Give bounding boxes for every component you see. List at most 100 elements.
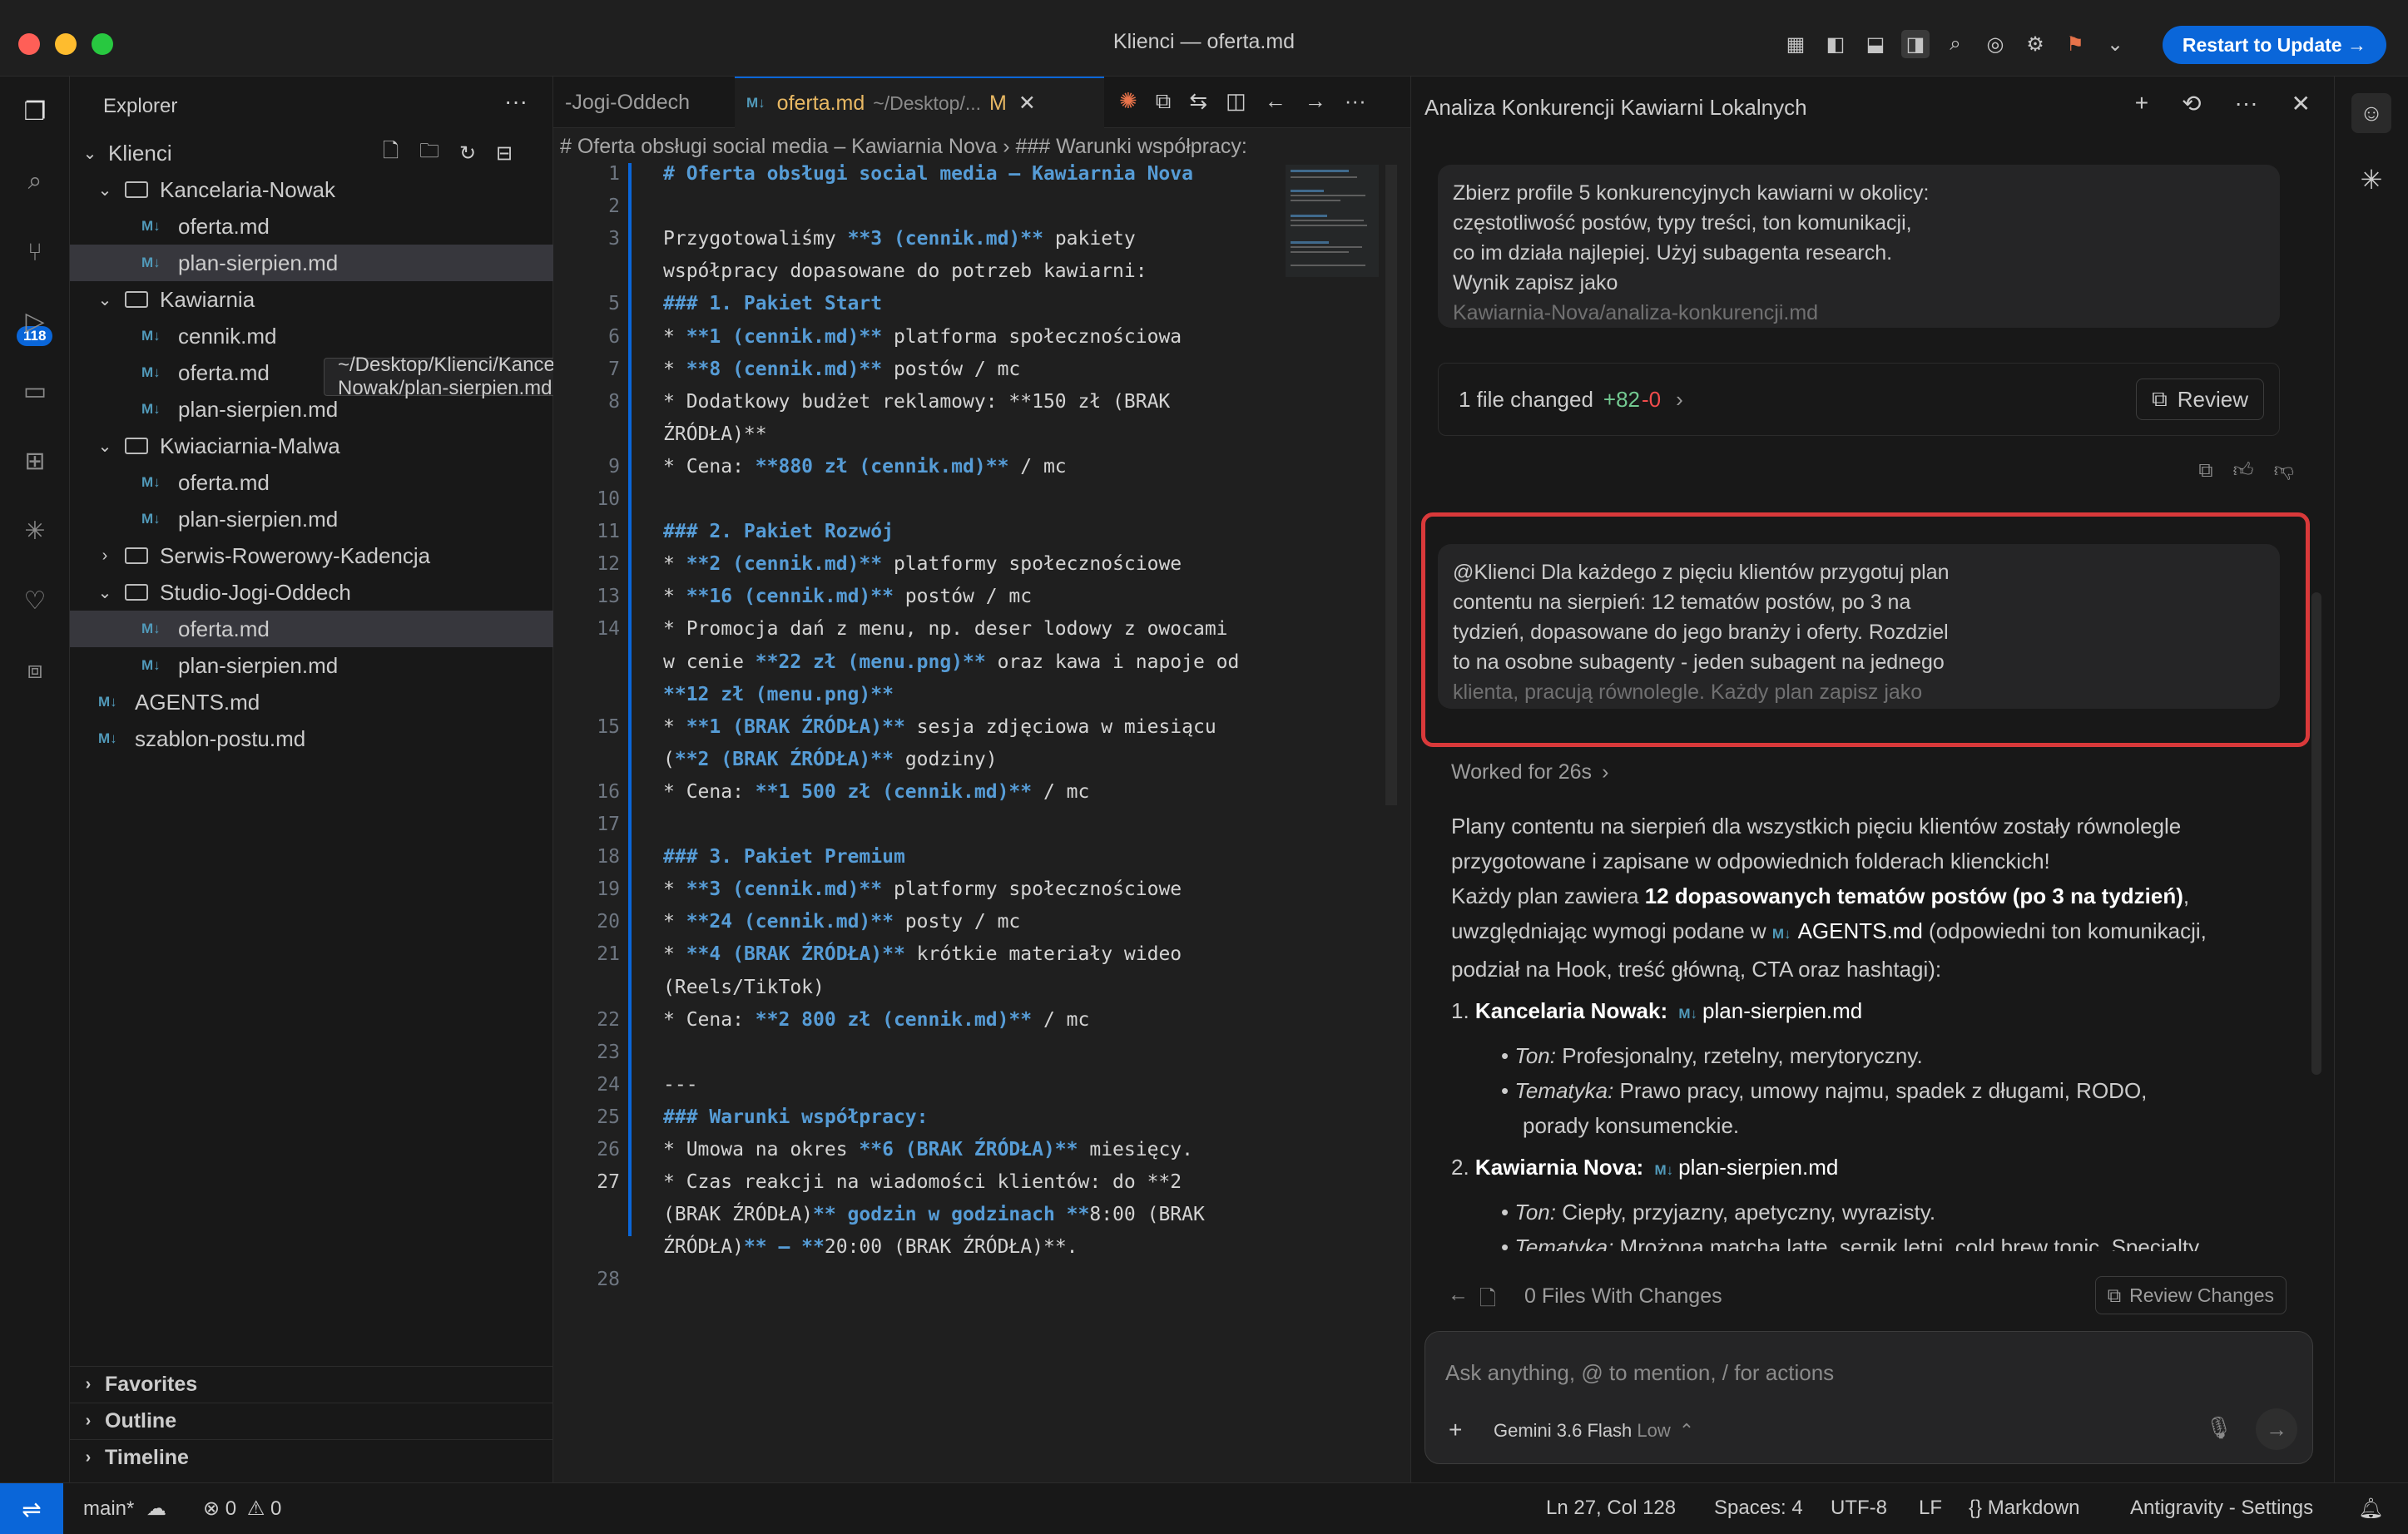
files-changed-summary[interactable]: 1 file changed +82 -0 › ⧉ Review xyxy=(1438,363,2280,436)
indentation[interactable]: Spaces: 4 xyxy=(1714,1497,1803,1520)
run-debug-icon[interactable]: ▷ xyxy=(17,303,53,339)
settings-gear-icon[interactable]: ⚙ xyxy=(2021,30,2049,58)
send-button[interactable]: → xyxy=(2256,1408,2297,1450)
breadcrumb[interactable]: # Oferta obsługi social media – Kawiarni… xyxy=(553,128,1410,165)
toggle-panel-icon[interactable]: ⬓ xyxy=(1861,30,1890,58)
copy-icon[interactable]: ⧉ xyxy=(2198,459,2212,482)
tree-file[interactable]: M↓ szablon-postu.md xyxy=(70,720,553,757)
open-preview-icon[interactable]: ⧉ xyxy=(1156,88,1172,115)
language-mode[interactable]: {} Markdown xyxy=(1969,1497,2079,1520)
remote-explorer-icon[interactable]: ▭ xyxy=(17,373,53,409)
end-of-line[interactable]: LF xyxy=(1919,1497,1942,1520)
close-panel-icon[interactable]: ✕ xyxy=(2292,90,2311,117)
history-icon[interactable]: ⟲ xyxy=(2182,90,2201,117)
split-editor-icon[interactable]: ◫ xyxy=(1226,88,1246,115)
add-context-icon[interactable]: + xyxy=(1449,1417,1462,1443)
refresh-icon[interactable]: ↻ xyxy=(459,141,476,166)
more-actions-icon[interactable]: ··· xyxy=(504,88,528,115)
agent-asterisk-icon[interactable]: ✳ xyxy=(17,512,53,549)
section-outline[interactable]: › Outline xyxy=(70,1403,553,1439)
file-link[interactable]: AGENTS.md xyxy=(1798,918,1923,943)
agent-asterisk-icon[interactable]: ✺ xyxy=(1119,88,1137,115)
restart-to-update-button[interactable]: Restart to Update → xyxy=(2162,26,2386,64)
more-actions-icon[interactable]: ··· xyxy=(2235,90,2258,117)
tab-path: ~/Desktop/... xyxy=(873,92,982,114)
tree-folder[interactable]: › Serwis-Rowerowy-Kadencja xyxy=(70,537,553,574)
new-file-icon[interactable]: 🗋 xyxy=(383,136,399,171)
go-back-icon[interactable]: ← xyxy=(1265,88,1286,115)
extensions-icon[interactable]: ⊞ xyxy=(17,443,53,479)
file-link[interactable]: plan-sierpien.md xyxy=(1678,1155,1838,1180)
tree-file[interactable]: M↓ oferta.md xyxy=(70,611,553,647)
tree-file[interactable]: M↓ oferta.md xyxy=(70,464,553,501)
thumbs-down-icon[interactable]: 👎︎ xyxy=(2274,459,2294,482)
collapse-all-icon[interactable]: ⊟ xyxy=(496,141,513,166)
document-icon: 🗋 xyxy=(1479,1287,1497,1310)
model-selector[interactable]: Gemini 3.6 Flash Low ⌃ xyxy=(1494,1420,1694,1442)
microphone-icon[interactable]: 🎙︎ xyxy=(2205,1415,2232,1441)
code-line: * **1 (BRAK ŹRÓDŁA)** sesja zdjęciowa w … xyxy=(663,715,1216,738)
settings-indicator[interactable]: Antigravity - Settings xyxy=(2130,1497,2313,1520)
section-favorites[interactable]: › Favorites xyxy=(70,1366,553,1403)
thumbs-up-icon[interactable]: 👍︎ xyxy=(2233,459,2254,482)
tree-file[interactable]: M↓ plan-sierpien.md xyxy=(70,501,553,537)
review-changes-button[interactable]: ⧉ Review Changes xyxy=(2094,1276,2287,1314)
remote-indicator-icon[interactable]: ⇌ xyxy=(0,1483,63,1534)
tree-folder[interactable]: ⌄ Kawiarnia xyxy=(70,281,553,318)
notifications-icon[interactable]: ⚑ xyxy=(2061,30,2089,58)
bell-icon[interactable]: 🔔︎ xyxy=(2358,1497,2383,1521)
branch-indicator[interactable]: main* ☁ xyxy=(83,1497,166,1521)
search-icon[interactable]: ⌕ xyxy=(17,163,53,200)
worked-for-toggle[interactable]: Worked for 26s › xyxy=(1451,760,1608,784)
code-line: * **4 (BRAK ŹRÓDŁA)** krótkie materiały … xyxy=(663,943,1182,966)
response-line: uwzględniając wymogi podane w M↓ AGENTS.m… xyxy=(1451,913,2300,952)
code-line: * **3 (cennik.md)** platformy społecznoś… xyxy=(663,878,1182,901)
new-chat-icon[interactable]: + xyxy=(2135,90,2148,117)
tree-folder[interactable]: ⌄ Kancelaria-Nowak xyxy=(70,171,553,208)
toggle-secondary-sidebar-icon[interactable]: ◨ xyxy=(1901,30,1930,58)
tree-file[interactable]: M↓ cennik.md xyxy=(70,318,553,354)
tree-item-label: plan-sierpien.md xyxy=(178,396,339,422)
tree-folder[interactable]: ⌄ Studio-Jogi-Oddech xyxy=(70,574,553,611)
panel-scrollbar[interactable] xyxy=(2311,592,2321,1075)
search-icon[interactable]: ⌕ xyxy=(1941,30,1970,58)
review-button[interactable]: ⧉ Review xyxy=(2136,379,2264,420)
minimap[interactable] xyxy=(1286,165,1379,277)
heart-icon[interactable]: ♡ xyxy=(17,582,53,619)
chat-input-box[interactable]: Ask anything, @ to mention, / for action… xyxy=(1424,1331,2313,1464)
tree-file[interactable]: M↓ plan-sierpien.md xyxy=(70,647,553,684)
secondary-activity-bar: ☺ ✳ xyxy=(2334,77,2408,1482)
source-control-icon[interactable]: ⑂ xyxy=(17,235,53,271)
toggle-sidebar-icon[interactable]: ◧ xyxy=(1821,30,1850,58)
tree-root[interactable]: ⌄ Klienci 🗋 🗀 ↻ ⊟ xyxy=(70,135,553,171)
code-line: # Oferta obsługi social media – Kawiarni… xyxy=(663,163,1193,185)
encoding[interactable]: UTF-8 xyxy=(1831,1497,1887,1520)
section-timeline[interactable]: › Timeline xyxy=(70,1439,553,1476)
back-arrow-icon[interactable]: ← xyxy=(1448,1283,1469,1307)
chat-input-placeholder[interactable]: Ask anything, @ to mention, / for action… xyxy=(1445,1360,1834,1386)
explorer-icon[interactable]: ❐ xyxy=(17,93,53,130)
go-forward-icon[interactable]: → xyxy=(1305,88,1326,115)
tab-studio-jogi[interactable]: -Jogi-Oddech xyxy=(553,77,701,128)
folder-icon xyxy=(125,547,148,564)
message-line: co im działa najlepiej. Użyj subagenta r… xyxy=(1453,241,1893,265)
tree-folder[interactable]: ⌄ Kwiaciarnia-Malwa xyxy=(70,428,553,464)
compare-changes-icon[interactable]: ⇆ xyxy=(1189,88,1207,115)
layout-icon[interactable]: ▦ xyxy=(1781,30,1810,58)
close-tab-icon[interactable]: ✕ xyxy=(1018,91,1036,116)
tree-file[interactable]: M↓ plan-sierpien.md xyxy=(70,245,553,281)
tab-oferta-md[interactable]: M↓ oferta.md ~/Desktop/... M ✕ xyxy=(735,77,1104,128)
chevron-down-icon[interactable]: ⌄ xyxy=(2101,30,2129,58)
tree-file[interactable]: M↓ AGENTS.md xyxy=(70,684,553,720)
problems-indicator[interactable]: ⊗ 0 ⚠ 0 xyxy=(203,1497,281,1521)
new-folder-icon[interactable]: 🗀 xyxy=(419,136,439,171)
agent-robot-icon[interactable]: ☺ xyxy=(2351,93,2391,133)
cursor-position[interactable]: Ln 27, Col 128 xyxy=(1546,1497,1676,1520)
agent-asterisk-icon[interactable]: ✳ xyxy=(2351,160,2391,200)
browser-icon[interactable]: ◎ xyxy=(1981,30,2009,58)
editor-scrollbar[interactable] xyxy=(1385,165,1397,805)
tree-file[interactable]: M↓ oferta.md xyxy=(70,208,553,245)
file-link[interactable]: plan-sierpien.md xyxy=(1702,998,1862,1023)
more-actions-icon[interactable]: ··· xyxy=(1345,88,1366,115)
package-icon[interactable]: ⧈ xyxy=(17,652,53,689)
